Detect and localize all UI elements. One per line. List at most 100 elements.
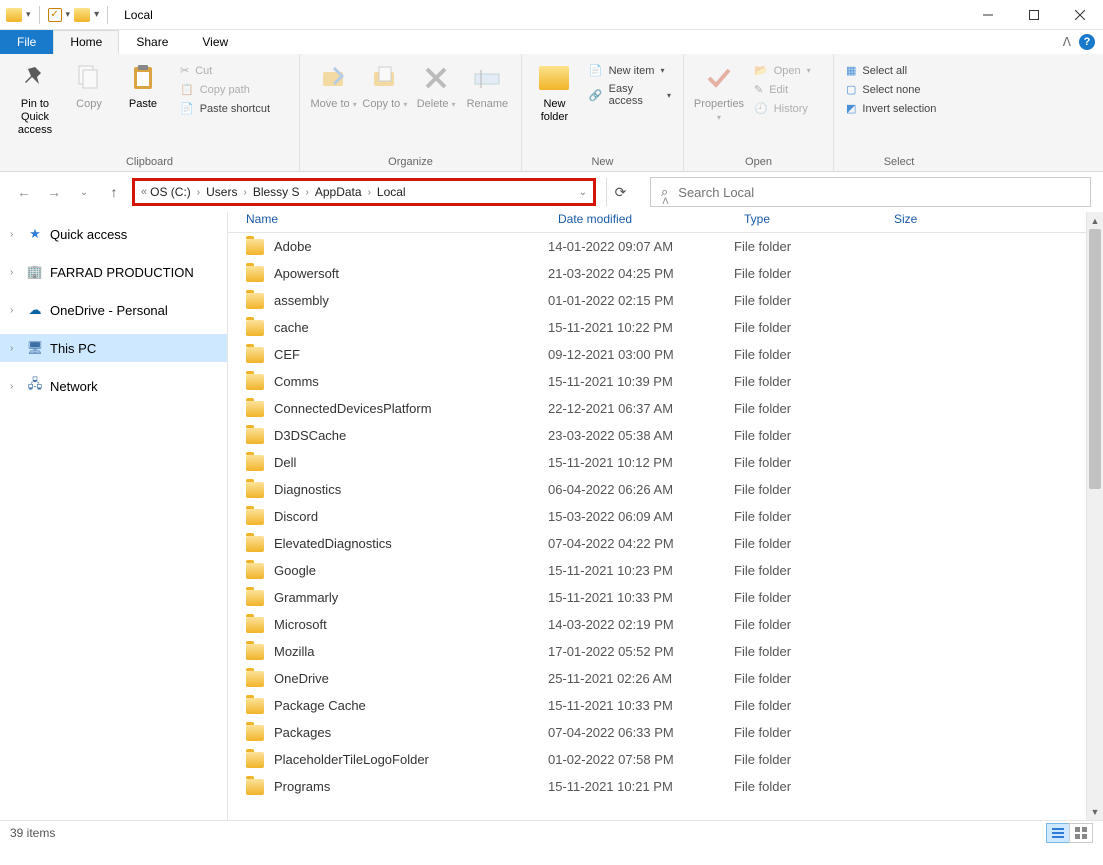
properties-button[interactable]: Properties▾ bbox=[692, 60, 746, 126]
move-icon bbox=[320, 64, 348, 92]
scroll-thumb[interactable] bbox=[1089, 229, 1101, 489]
tab-home[interactable]: Home bbox=[53, 30, 119, 54]
column-date[interactable]: Date modified bbox=[548, 212, 734, 226]
scrollbar[interactable]: ▲ ▼ bbox=[1086, 212, 1103, 820]
rename-icon bbox=[473, 64, 501, 92]
tab-file[interactable]: File bbox=[0, 30, 53, 54]
file-row[interactable]: Package Cache15-11-2021 10:33 PMFile fol… bbox=[228, 692, 1103, 719]
file-name: Comms bbox=[274, 374, 319, 389]
file-row[interactable]: Google15-11-2021 10:23 PMFile folder bbox=[228, 557, 1103, 584]
qat-overflow-icon[interactable]: ▾ bbox=[94, 9, 99, 20]
file-row[interactable]: Comms15-11-2021 10:39 PMFile folder bbox=[228, 368, 1103, 395]
file-row[interactable]: Apowersoft21-03-2022 04:25 PMFile folder bbox=[228, 260, 1103, 287]
file-type: File folder bbox=[734, 293, 884, 308]
file-row[interactable]: ElevatedDiagnostics07-04-2022 04:22 PMFi… bbox=[228, 530, 1103, 557]
copy-button[interactable]: Copy bbox=[62, 60, 116, 113]
file-row[interactable]: Mozilla17-01-2022 05:52 PMFile folder bbox=[228, 638, 1103, 665]
copy-path-button[interactable]: 📋Copy path bbox=[176, 81, 274, 98]
file-date: 01-01-2022 02:15 PM bbox=[548, 293, 734, 308]
select-none-button[interactable]: ▢Select none bbox=[842, 81, 940, 98]
minimize-button[interactable] bbox=[965, 0, 1011, 30]
invert-selection-button[interactable]: ◩Invert selection bbox=[842, 100, 940, 117]
file-row[interactable]: Adobe14-01-2022 09:07 AMFile folder bbox=[228, 233, 1103, 260]
file-row[interactable]: cache15-11-2021 10:22 PMFile folder bbox=[228, 314, 1103, 341]
file-row[interactable]: Diagnostics06-04-2022 06:26 AMFile folde… bbox=[228, 476, 1103, 503]
forward-button[interactable]: → bbox=[42, 180, 66, 204]
open-button[interactable]: 📂Open ▾ bbox=[750, 62, 815, 79]
expand-icon[interactable]: › bbox=[10, 381, 20, 392]
expand-icon[interactable]: › bbox=[10, 229, 20, 240]
new-item-button[interactable]: 📄New item ▾ bbox=[585, 62, 675, 79]
paste-icon bbox=[129, 64, 157, 92]
expand-icon[interactable]: › bbox=[10, 267, 20, 278]
expand-icon[interactable]: › bbox=[10, 305, 20, 316]
folder-icon bbox=[246, 590, 264, 606]
tab-view[interactable]: View bbox=[185, 30, 245, 54]
delete-button[interactable]: Delete ▾ bbox=[411, 60, 462, 113]
file-row[interactable]: Programs15-11-2021 10:21 PMFile folder bbox=[228, 773, 1103, 800]
cut-button[interactable]: ✂Cut bbox=[176, 62, 274, 79]
file-name: Grammarly bbox=[274, 590, 338, 605]
paste-shortcut-button[interactable]: 📄Paste shortcut bbox=[176, 100, 274, 117]
breadcrumb-part[interactable]: OS (C:) bbox=[146, 185, 195, 199]
details-view-button[interactable] bbox=[1046, 823, 1070, 843]
file-type: File folder bbox=[734, 617, 884, 632]
tab-share[interactable]: Share bbox=[119, 30, 185, 54]
column-type[interactable]: Type bbox=[734, 212, 884, 226]
copy-to-button[interactable]: Copy to ▾ bbox=[359, 60, 410, 113]
network-icon: 🖧 bbox=[26, 377, 44, 395]
file-row[interactable]: PlaceholderTileLogoFolder01-02-2022 07:5… bbox=[228, 746, 1103, 773]
nav-farrad[interactable]: › 🏢 FARRAD PRODUCTION bbox=[0, 258, 227, 286]
file-row[interactable]: D3DSCache23-03-2022 05:38 AMFile folder bbox=[228, 422, 1103, 449]
folder-icon[interactable] bbox=[74, 8, 90, 22]
scroll-up-icon[interactable]: ▲ bbox=[1087, 212, 1103, 229]
qat-dropdown-icon[interactable]: ▾ bbox=[26, 9, 31, 20]
file-row[interactable]: Microsoft14-03-2022 02:19 PMFile folder bbox=[228, 611, 1103, 638]
file-type: File folder bbox=[734, 482, 884, 497]
new-folder-button[interactable]: New folder bbox=[530, 60, 579, 126]
edit-button[interactable]: ✎Edit bbox=[750, 81, 815, 98]
maximize-icon bbox=[1029, 10, 1039, 20]
expand-icon[interactable]: › bbox=[10, 343, 20, 354]
pin-quick-access-button[interactable]: Pin to Quick access bbox=[8, 60, 62, 140]
nav-quick-access[interactable]: › ★ Quick access bbox=[0, 220, 227, 248]
file-row[interactable]: Discord15-03-2022 06:09 AMFile folder bbox=[228, 503, 1103, 530]
icons-view-button[interactable] bbox=[1069, 823, 1093, 843]
file-row[interactable]: assembly01-01-2022 02:15 PMFile folder bbox=[228, 287, 1103, 314]
paste-button[interactable]: Paste bbox=[116, 60, 170, 113]
scroll-track[interactable] bbox=[1087, 229, 1103, 803]
file-row[interactable]: Packages07-04-2022 06:33 PMFile folder bbox=[228, 719, 1103, 746]
nav-this-pc[interactable]: › 🖥 This PC bbox=[0, 334, 227, 362]
folder-icon bbox=[539, 66, 569, 90]
file-row[interactable]: Dell15-11-2021 10:12 PMFile folder bbox=[228, 449, 1103, 476]
nav-onedrive[interactable]: › ☁ OneDrive - Personal bbox=[0, 296, 227, 324]
rename-button[interactable]: Rename bbox=[462, 60, 513, 113]
folder-icon bbox=[246, 293, 264, 309]
file-rows: Adobe14-01-2022 09:07 AMFile folderApowe… bbox=[228, 233, 1103, 800]
file-date: 15-11-2021 10:23 PM bbox=[548, 563, 734, 578]
file-row[interactable]: Grammarly15-11-2021 10:33 PMFile folder bbox=[228, 584, 1103, 611]
up-button[interactable]: ↑ bbox=[102, 180, 126, 204]
help-icon[interactable]: ? bbox=[1079, 34, 1095, 50]
file-row[interactable]: ConnectedDevicesPlatform22-12-2021 06:37… bbox=[228, 395, 1103, 422]
back-button[interactable]: ← bbox=[12, 180, 36, 204]
file-row[interactable]: CEF09-12-2021 03:00 PMFile folder bbox=[228, 341, 1103, 368]
folder-icon bbox=[246, 347, 264, 363]
nav-network[interactable]: › 🖧 Network bbox=[0, 372, 227, 400]
move-to-button[interactable]: Move to ▾ bbox=[308, 60, 359, 113]
scroll-down-icon[interactable]: ▼ bbox=[1087, 803, 1103, 820]
file-row[interactable]: OneDrive25-11-2021 02:26 AMFile folder bbox=[228, 665, 1103, 692]
collapse-ribbon-icon[interactable]: ᐱ bbox=[1063, 35, 1071, 49]
qat-dropdown-icon[interactable]: ▾ bbox=[66, 9, 71, 20]
recent-locations-button[interactable]: ⌄ bbox=[72, 180, 96, 204]
maximize-button[interactable] bbox=[1011, 0, 1057, 30]
file-name: Google bbox=[274, 563, 316, 578]
column-size[interactable]: Size bbox=[884, 212, 984, 226]
select-all-button[interactable]: ▦Select all bbox=[842, 62, 940, 79]
history-button[interactable]: 🕘History bbox=[750, 100, 815, 117]
close-button[interactable] bbox=[1057, 0, 1103, 30]
properties-qat-icon[interactable]: ✓ bbox=[48, 8, 62, 22]
column-name[interactable]: Name bbox=[228, 212, 548, 226]
easy-access-button[interactable]: 🔗Easy access ▾ bbox=[585, 81, 675, 109]
chevron-right-icon[interactable]: › bbox=[195, 187, 202, 198]
